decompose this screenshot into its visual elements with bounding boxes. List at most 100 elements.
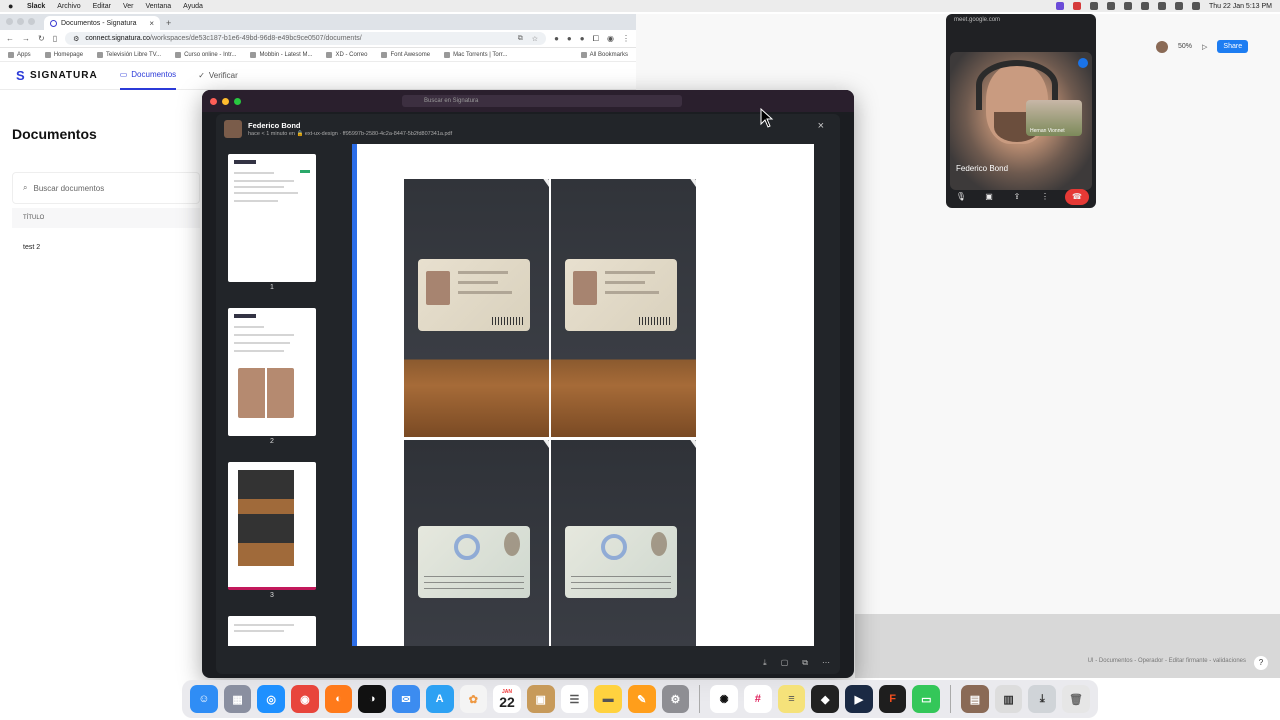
contacts-icon[interactable]: ▣ bbox=[526, 685, 555, 713]
present-play-icon[interactable]: ▷ bbox=[1202, 43, 1207, 51]
bookmark-item[interactable]: Apps bbox=[8, 51, 31, 58]
apple-menu-icon[interactable]: ● bbox=[8, 1, 17, 11]
menu-ventana[interactable]: Ventana bbox=[145, 3, 171, 10]
bookmark-item[interactable]: Mobbin - Latest M... bbox=[250, 51, 312, 58]
wifi-icon[interactable] bbox=[1157, 2, 1166, 10]
thumbnail-page-1[interactable] bbox=[228, 154, 316, 282]
bookmark-item[interactable]: XD - Correo bbox=[326, 51, 367, 58]
avatar[interactable] bbox=[224, 120, 242, 138]
extension-icon[interactable]: ● bbox=[554, 34, 559, 43]
new-tab-icon[interactable]: + bbox=[166, 18, 171, 28]
bookmark-item[interactable]: Mac Torrents | Torr... bbox=[444, 51, 507, 58]
download-icon[interactable]: ⤓ bbox=[763, 658, 767, 668]
safari-icon[interactable]: ◎ bbox=[257, 685, 286, 713]
recording-status-icon[interactable] bbox=[1072, 2, 1081, 10]
column-header-titulo[interactable]: TÍTULO bbox=[12, 208, 200, 228]
nav-verificar[interactable]: ✓ Verificar bbox=[198, 62, 238, 90]
thumbnail-page-2[interactable] bbox=[228, 308, 316, 436]
reload-icon[interactable]: ↻ bbox=[38, 34, 45, 43]
more-options-icon[interactable]: ⋮ bbox=[1037, 189, 1053, 205]
extension-icon[interactable]: ● bbox=[580, 34, 585, 43]
facetime-icon[interactable]: ▭ bbox=[912, 685, 941, 713]
thumbnail-page-4[interactable] bbox=[228, 616, 316, 646]
screen-share-status-icon[interactable] bbox=[1055, 2, 1064, 10]
present-screen-icon[interactable]: ⇪ bbox=[1009, 189, 1025, 205]
document-search-input[interactable]: ⌕ Buscar documentos bbox=[12, 172, 200, 204]
stickies-icon[interactable]: ≡ bbox=[777, 685, 806, 713]
signatura-logo[interactable]: S SIGNATURA bbox=[16, 69, 98, 82]
chrome-menu-icon[interactable]: ⋮ bbox=[622, 34, 630, 43]
minimize-dot-icon[interactable] bbox=[17, 18, 24, 25]
menu-ayuda[interactable]: Ayuda bbox=[183, 3, 203, 10]
forward-icon[interactable]: → bbox=[22, 34, 30, 43]
pdf-page-viewer[interactable] bbox=[352, 144, 814, 646]
chrome-icon[interactable]: ◉ bbox=[291, 685, 319, 713]
mail-icon[interactable]: ✉ bbox=[392, 685, 420, 713]
figma-icon[interactable]: F bbox=[878, 685, 907, 713]
extensions-puzzle-icon[interactable]: ⧠ bbox=[593, 34, 599, 44]
close-icon[interactable]: × bbox=[818, 120, 824, 132]
end-call-button[interactable]: ☎ bbox=[1065, 189, 1089, 205]
status-icon[interactable] bbox=[1123, 2, 1132, 10]
zoom-dot-icon[interactable] bbox=[28, 18, 35, 25]
status-icon[interactable] bbox=[1089, 2, 1098, 10]
zoom-level[interactable]: 50% bbox=[1178, 43, 1192, 50]
bookmark-item[interactable]: Curso online - Intr... bbox=[175, 51, 236, 58]
self-view-video[interactable]: Hernan Vionnet bbox=[1026, 100, 1082, 136]
status-icon[interactable] bbox=[1106, 2, 1115, 10]
back-icon[interactable]: ← bbox=[6, 34, 14, 43]
close-tab-icon[interactable]: × bbox=[149, 19, 154, 28]
table-row[interactable]: test 2 bbox=[12, 236, 200, 258]
avatar[interactable] bbox=[1156, 40, 1168, 53]
trash-icon[interactable]: 🗑 bbox=[1062, 685, 1090, 713]
share-button[interactable]: Share bbox=[1217, 40, 1249, 53]
sidebar-toggle-icon[interactable]: ▯ bbox=[53, 34, 57, 43]
menu-ver[interactable]: Ver bbox=[123, 3, 134, 10]
close-window-icon[interactable] bbox=[210, 97, 217, 105]
bookmark-item[interactable]: Font Awesome bbox=[381, 51, 430, 58]
menu-editar[interactable]: Editar bbox=[93, 3, 111, 10]
xcode-icon[interactable]: ▶ bbox=[845, 685, 873, 713]
warp-icon[interactable]: ◑ bbox=[358, 685, 387, 713]
translate-icon[interactable]: ⧉ bbox=[518, 35, 523, 43]
slack-search-input[interactable]: Buscar en Signatura bbox=[402, 95, 682, 107]
close-dot-icon[interactable] bbox=[6, 18, 13, 25]
help-button[interactable]: ? bbox=[1254, 656, 1268, 670]
address-bar[interactable]: ⚙ connect.signatura.co/workspaces/de53c1… bbox=[65, 32, 547, 45]
slack-icon[interactable]: # bbox=[743, 685, 772, 713]
reminders-icon[interactable]: ☰ bbox=[560, 685, 589, 713]
extension-icon[interactable]: ● bbox=[567, 34, 572, 43]
camera-icon[interactable]: ▣ bbox=[981, 189, 997, 205]
thumbnail-page-3[interactable] bbox=[228, 462, 316, 590]
finder-icon[interactable]: ☺ bbox=[190, 685, 218, 713]
pages-icon[interactable]: ✎ bbox=[627, 685, 656, 713]
launchpad-icon[interactable]: ▦ bbox=[223, 685, 252, 713]
open-in-new-icon[interactable]: ▢ bbox=[781, 658, 789, 668]
finder-window-icon[interactable]: ▥ bbox=[994, 685, 1023, 713]
notes-icon[interactable]: ▬ bbox=[594, 685, 622, 713]
firefox-icon[interactable]: ◐ bbox=[324, 685, 353, 713]
profile-avatar-icon[interactable]: ◉ bbox=[607, 34, 614, 43]
bookmark-item[interactable]: Homepage bbox=[44, 51, 83, 58]
calendar-icon[interactable]: JAN 22 bbox=[493, 685, 521, 713]
cursor-app-icon[interactable]: ◆ bbox=[811, 685, 840, 713]
share-file-icon[interactable]: ⧉ bbox=[802, 658, 808, 668]
zoom-window-icon[interactable] bbox=[234, 97, 241, 105]
menu-archivo[interactable]: Archivo bbox=[57, 3, 80, 10]
menubar-clock[interactable]: Thu 22 Jan 5:13 PM bbox=[1209, 3, 1272, 10]
menu-app-slack[interactable]: Slack bbox=[27, 3, 45, 10]
all-bookmarks-button[interactable]: All Bookmarks bbox=[580, 51, 628, 58]
bookmark-star-icon[interactable]: ☆ bbox=[532, 35, 538, 43]
search-icon[interactable] bbox=[1174, 2, 1183, 10]
tab-documentos[interactable]: Documentos - Signatura × bbox=[44, 16, 160, 30]
photos-icon[interactable]: ✿ bbox=[459, 685, 488, 713]
appstore-icon[interactable]: A bbox=[425, 685, 454, 713]
meet-pip-window[interactable]: meet.google.com Hernan Vionnet Federico … bbox=[946, 14, 1096, 208]
control-center-icon[interactable] bbox=[1191, 2, 1200, 10]
downloads-icon[interactable]: ⤓ bbox=[1028, 685, 1057, 713]
settings-icon[interactable]: ⚙ bbox=[661, 685, 690, 713]
sender-name[interactable]: Federico Bond bbox=[248, 121, 452, 130]
nav-documentos[interactable]: ▭ Documentos bbox=[119, 62, 177, 90]
more-actions-icon[interactable]: ⋯ bbox=[822, 658, 830, 668]
chatgpt-icon[interactable]: ✺ bbox=[710, 685, 738, 713]
